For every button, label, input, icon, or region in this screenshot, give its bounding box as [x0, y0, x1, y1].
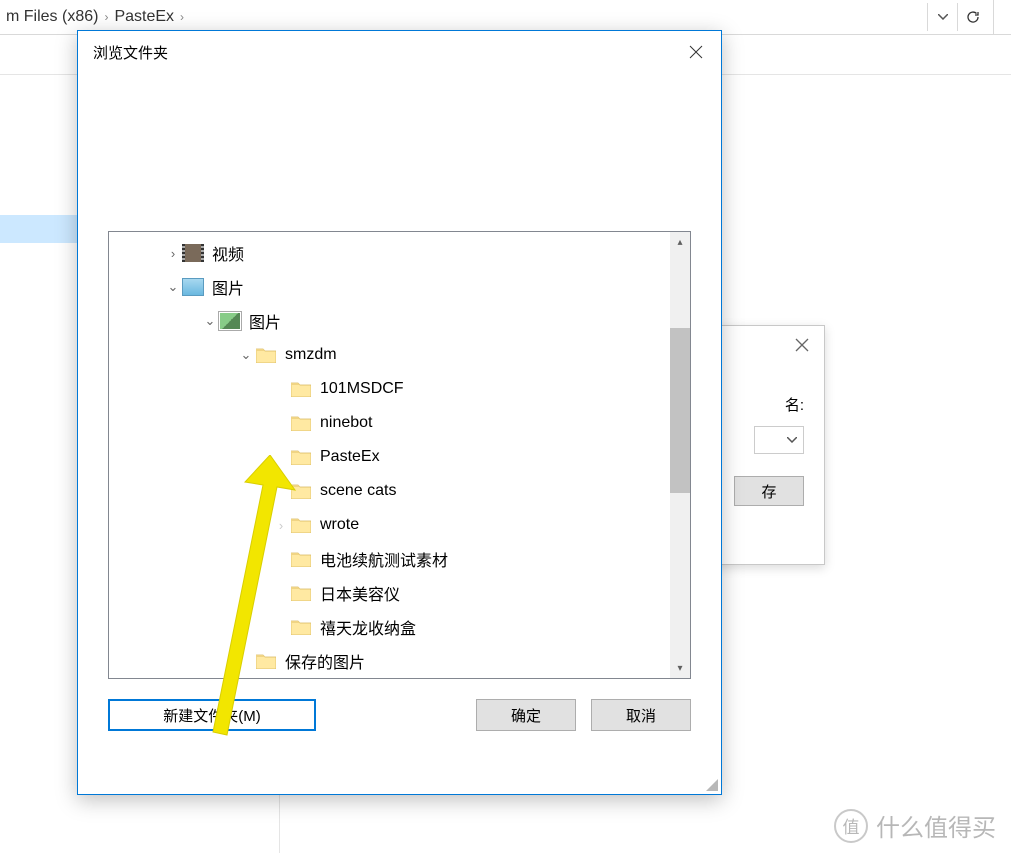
filename-label: 名: — [785, 394, 804, 415]
video-folder-icon — [182, 244, 204, 262]
tree-label: smzdm — [285, 346, 337, 364]
folder-tree[interactable]: › 视频 ⌄ 图片 ⌄ 图片 ⌄ smzdm › 10 — [108, 231, 691, 679]
tree-item-battery[interactable]: › 电池续航测试素材 — [109, 542, 690, 576]
tree-label: 视频 — [212, 241, 244, 265]
folder-icon — [255, 652, 277, 670]
tree-label: 日本美容仪 — [320, 581, 400, 605]
expand-expanded-icon[interactable]: ⌄ — [237, 347, 255, 363]
tree-item-ninebot[interactable]: › ninebot — [109, 406, 690, 440]
breadcrumb-segment[interactable]: PasteEx — [108, 8, 180, 26]
expand-collapsed-icon[interactable]: › — [164, 246, 182, 261]
tree-label: scene cats — [320, 482, 396, 500]
scroll-down-button[interactable]: ▾ — [670, 658, 690, 678]
folder-icon — [290, 380, 312, 398]
tree-item-saved-pictures[interactable]: › 保存的图片 — [109, 644, 690, 678]
save-button[interactable]: 存 — [734, 476, 804, 506]
tree-label: 保存的图片 — [285, 649, 365, 673]
tree-label: 图片 — [212, 275, 244, 299]
dialog-title: 浏览文件夹 — [93, 42, 671, 63]
scrollbar[interactable]: ▴ ▾ — [670, 232, 690, 678]
tree-item-pasteex[interactable]: › PasteEx — [109, 440, 690, 474]
scrollbar-thumb[interactable] — [670, 328, 690, 493]
tree-label: PasteEx — [320, 448, 380, 466]
dialog-titlebar[interactable]: 浏览文件夹 — [78, 31, 721, 73]
tree-label: 禧天龙收纳盒 — [320, 615, 416, 639]
tree-item-beauty[interactable]: › 日本美容仪 — [109, 576, 690, 610]
refresh-button[interactable] — [957, 3, 987, 31]
folder-icon — [290, 550, 312, 568]
breadcrumb-dropdown-button[interactable] — [927, 3, 957, 31]
tree-item-video[interactable]: › 视频 — [109, 236, 690, 270]
tree-item-101msdcf[interactable]: › 101MSDCF — [109, 372, 690, 406]
nav-selected-item[interactable] — [0, 215, 77, 243]
browse-folder-dialog: 浏览文件夹 › 视频 ⌄ 图片 ⌄ 图片 ⌄ — [77, 30, 722, 795]
scroll-up-button[interactable]: ▴ — [670, 232, 690, 252]
pictures-library-icon — [182, 278, 204, 296]
tree-label: ninebot — [320, 414, 373, 432]
folder-icon — [290, 448, 312, 466]
close-button[interactable] — [671, 31, 721, 73]
watermark: 值 什么值得买 — [834, 808, 996, 843]
format-dropdown[interactable] — [754, 426, 804, 454]
expand-expanded-icon[interactable]: ⌄ — [201, 313, 219, 329]
resize-grip[interactable] — [702, 775, 718, 791]
tree-item-wrote[interactable]: › wrote — [109, 508, 690, 542]
new-folder-button[interactable]: 新建文件夹(M) — [108, 699, 316, 731]
close-icon[interactable] — [789, 336, 814, 357]
expand-collapsed-icon[interactable]: › — [272, 518, 290, 533]
folder-icon — [290, 618, 312, 636]
cancel-button[interactable]: 取消 — [591, 699, 691, 731]
watermark-icon: 值 — [834, 809, 868, 843]
tree-label: 101MSDCF — [320, 380, 404, 398]
tree-item-pictures-sub[interactable]: ⌄ 图片 — [109, 304, 690, 338]
watermark-text: 什么值得买 — [876, 808, 996, 843]
expand-expanded-icon[interactable]: ⌄ — [164, 279, 182, 295]
tree-item-storage[interactable]: › 禧天龙收纳盒 — [109, 610, 690, 644]
breadcrumb[interactable]: m Files (x86) › PasteEx › — [0, 0, 923, 34]
tree-item-smzdm[interactable]: ⌄ smzdm — [109, 338, 690, 372]
dialog-button-row: 新建文件夹(M) 确定 取消 — [78, 699, 721, 751]
tree-item-pictures[interactable]: ⌄ 图片 — [109, 270, 690, 304]
pictures-folder-icon — [219, 312, 241, 330]
tree-item-scene-cats[interactable]: › scene cats — [109, 474, 690, 508]
tree-label: 电池续航测试素材 — [320, 547, 448, 571]
ok-button[interactable]: 确定 — [476, 699, 576, 731]
breadcrumb-segment[interactable]: m Files (x86) — [0, 8, 104, 26]
folder-icon — [290, 482, 312, 500]
tree-label: wrote — [320, 516, 359, 534]
folder-icon — [255, 346, 277, 364]
folder-icon — [290, 516, 312, 534]
folder-icon — [290, 584, 312, 602]
folder-icon — [290, 414, 312, 432]
tree-label: 图片 — [249, 309, 281, 333]
chevron-right-icon: › — [180, 10, 184, 24]
